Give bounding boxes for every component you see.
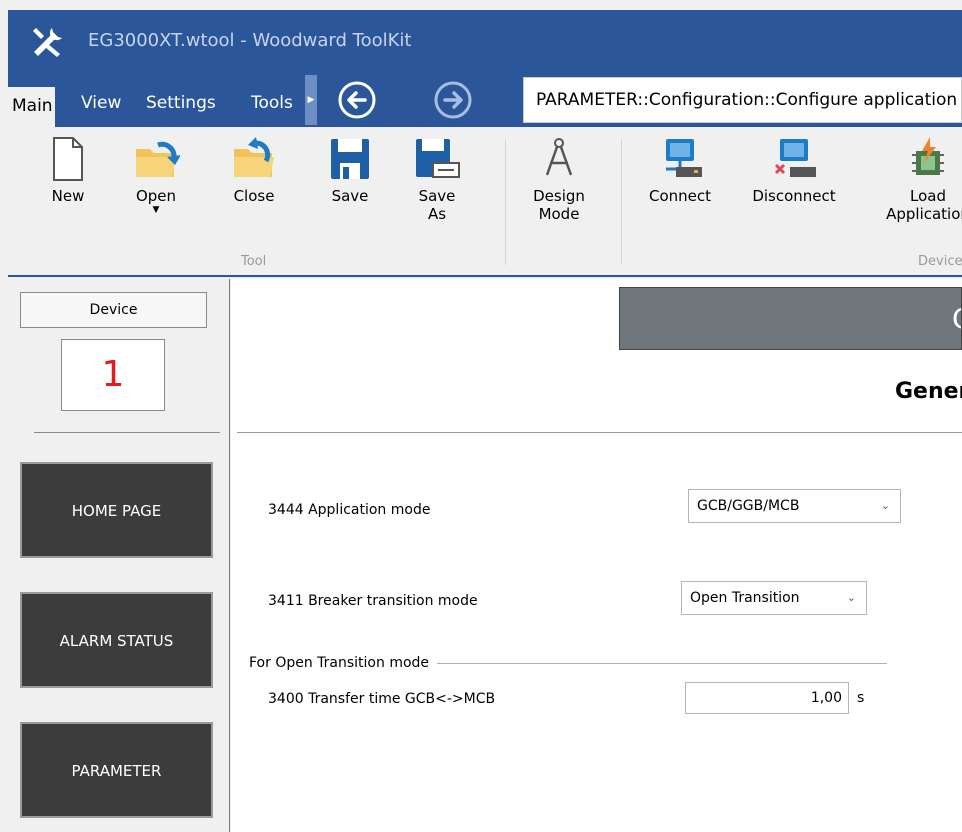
arrow-left-circle-icon[interactable] (337, 80, 377, 120)
close-button[interactable]: Close (230, 135, 278, 205)
design-mode-button[interactable]: Design Mode (529, 135, 589, 223)
sidebar: Device 1 HOME PAGE ALARM STATUS PARAMETE… (8, 279, 230, 832)
tab-view[interactable]: View (81, 93, 121, 113)
connect-label: Connect (648, 187, 712, 205)
connect-button[interactable]: Connect (640, 135, 720, 205)
chevron-down-icon: ⌄ (846, 591, 856, 604)
new-button[interactable]: New (46, 135, 90, 205)
design-mode-label-2: Mode (538, 205, 580, 223)
sidebar-separator (34, 432, 220, 433)
alarm-status-button[interactable]: ALARM STATUS (20, 592, 213, 688)
close-label: Close (233, 187, 275, 205)
breaker-transition-label: 3411 Breaker transition mode (268, 593, 478, 609)
ribbon-separator (621, 139, 622, 265)
chevron-down-icon: ⌄ (880, 499, 890, 512)
tools-icon (33, 28, 62, 57)
application-mode-label: 3444 Application mode (268, 502, 431, 518)
tab-settings[interactable]: Settings (146, 93, 216, 113)
save-as-label-1: Save (418, 187, 456, 205)
group-label-device: Device (918, 254, 962, 269)
application-mode-value: GCB/GGB/MCB (697, 498, 800, 514)
menu-bar: Main View Settings Tools ▶ PARAMETER::Co… (8, 75, 962, 127)
design-mode-label-1: Design (533, 187, 585, 205)
home-page-button[interactable]: HOME PAGE (20, 462, 213, 558)
save-label: Save (331, 187, 369, 205)
breaker-transition-value: Open Transition (690, 590, 800, 606)
address-bar[interactable]: PARAMETER::Configuration::Configure appl… (523, 77, 962, 123)
open-button[interactable]: Open ▼ (132, 135, 180, 215)
load-application-chip-icon (912, 137, 944, 175)
page-header-text: C (952, 302, 961, 335)
group-label-tool: Tool (241, 254, 267, 269)
breaker-transition-select[interactable]: Open Transition ⌄ (681, 581, 867, 615)
transfer-time-label: 3400 Transfer time GCB<->MCB (268, 691, 496, 707)
save-as-button[interactable]: Save As (412, 135, 462, 223)
save-as-icon (416, 139, 460, 178)
ribbon: New Open ▼ Close Save Save As Design Mod… (8, 127, 962, 277)
disconnect-label: Disconnect (752, 187, 836, 205)
disconnect-device-icon (774, 139, 816, 177)
window-title: EG3000XT.wtool - Woodward ToolKit (88, 30, 412, 51)
window-edge (0, 0, 8, 832)
open-folder-icon (136, 141, 180, 177)
transfer-time-input[interactable]: 1,00 (685, 682, 849, 714)
connect-device-icon (666, 139, 702, 177)
page-header-bar: C (619, 287, 962, 350)
open-label: Open (135, 187, 177, 205)
disconnect-button[interactable]: Disconnect (745, 135, 843, 205)
tab-tools[interactable]: Tools (251, 93, 303, 113)
parameter-button[interactable]: PARAMETER (20, 722, 213, 818)
load-application-label-2: Application (886, 205, 962, 223)
application-mode-select[interactable]: GCB/GGB/MCB ⌄ (688, 489, 901, 523)
save-disk-icon (331, 139, 369, 179)
transfer-time-unit: s (857, 690, 865, 706)
open-transition-group-title: For Open Transition mode (249, 655, 438, 671)
load-application-button[interactable]: Load Application (873, 135, 962, 223)
section-title: General (895, 379, 962, 404)
close-folder-icon (234, 137, 274, 177)
new-file-icon (53, 137, 83, 181)
device-label: Device (20, 292, 207, 328)
load-application-label-1: Load (910, 187, 946, 205)
ribbon-separator (505, 139, 506, 265)
main-panel: C General 3444 Application mode GCB/GGB/… (231, 279, 962, 832)
compass-icon (545, 138, 573, 176)
title-bar: EG3000XT.wtool - Woodward ToolKit (8, 10, 962, 75)
arrow-right-circle-icon[interactable] (433, 80, 473, 120)
app-window: EG3000XT.wtool - Woodward ToolKit Main V… (0, 0, 962, 832)
tab-main[interactable]: Main (8, 87, 55, 127)
device-number: 1 (61, 339, 165, 411)
tab-scroll-right-icon[interactable]: ▶ (305, 75, 317, 125)
content-separator (237, 432, 962, 433)
save-button[interactable]: Save (326, 135, 374, 205)
save-as-label-2: As (427, 205, 447, 223)
new-label: New (51, 187, 85, 205)
